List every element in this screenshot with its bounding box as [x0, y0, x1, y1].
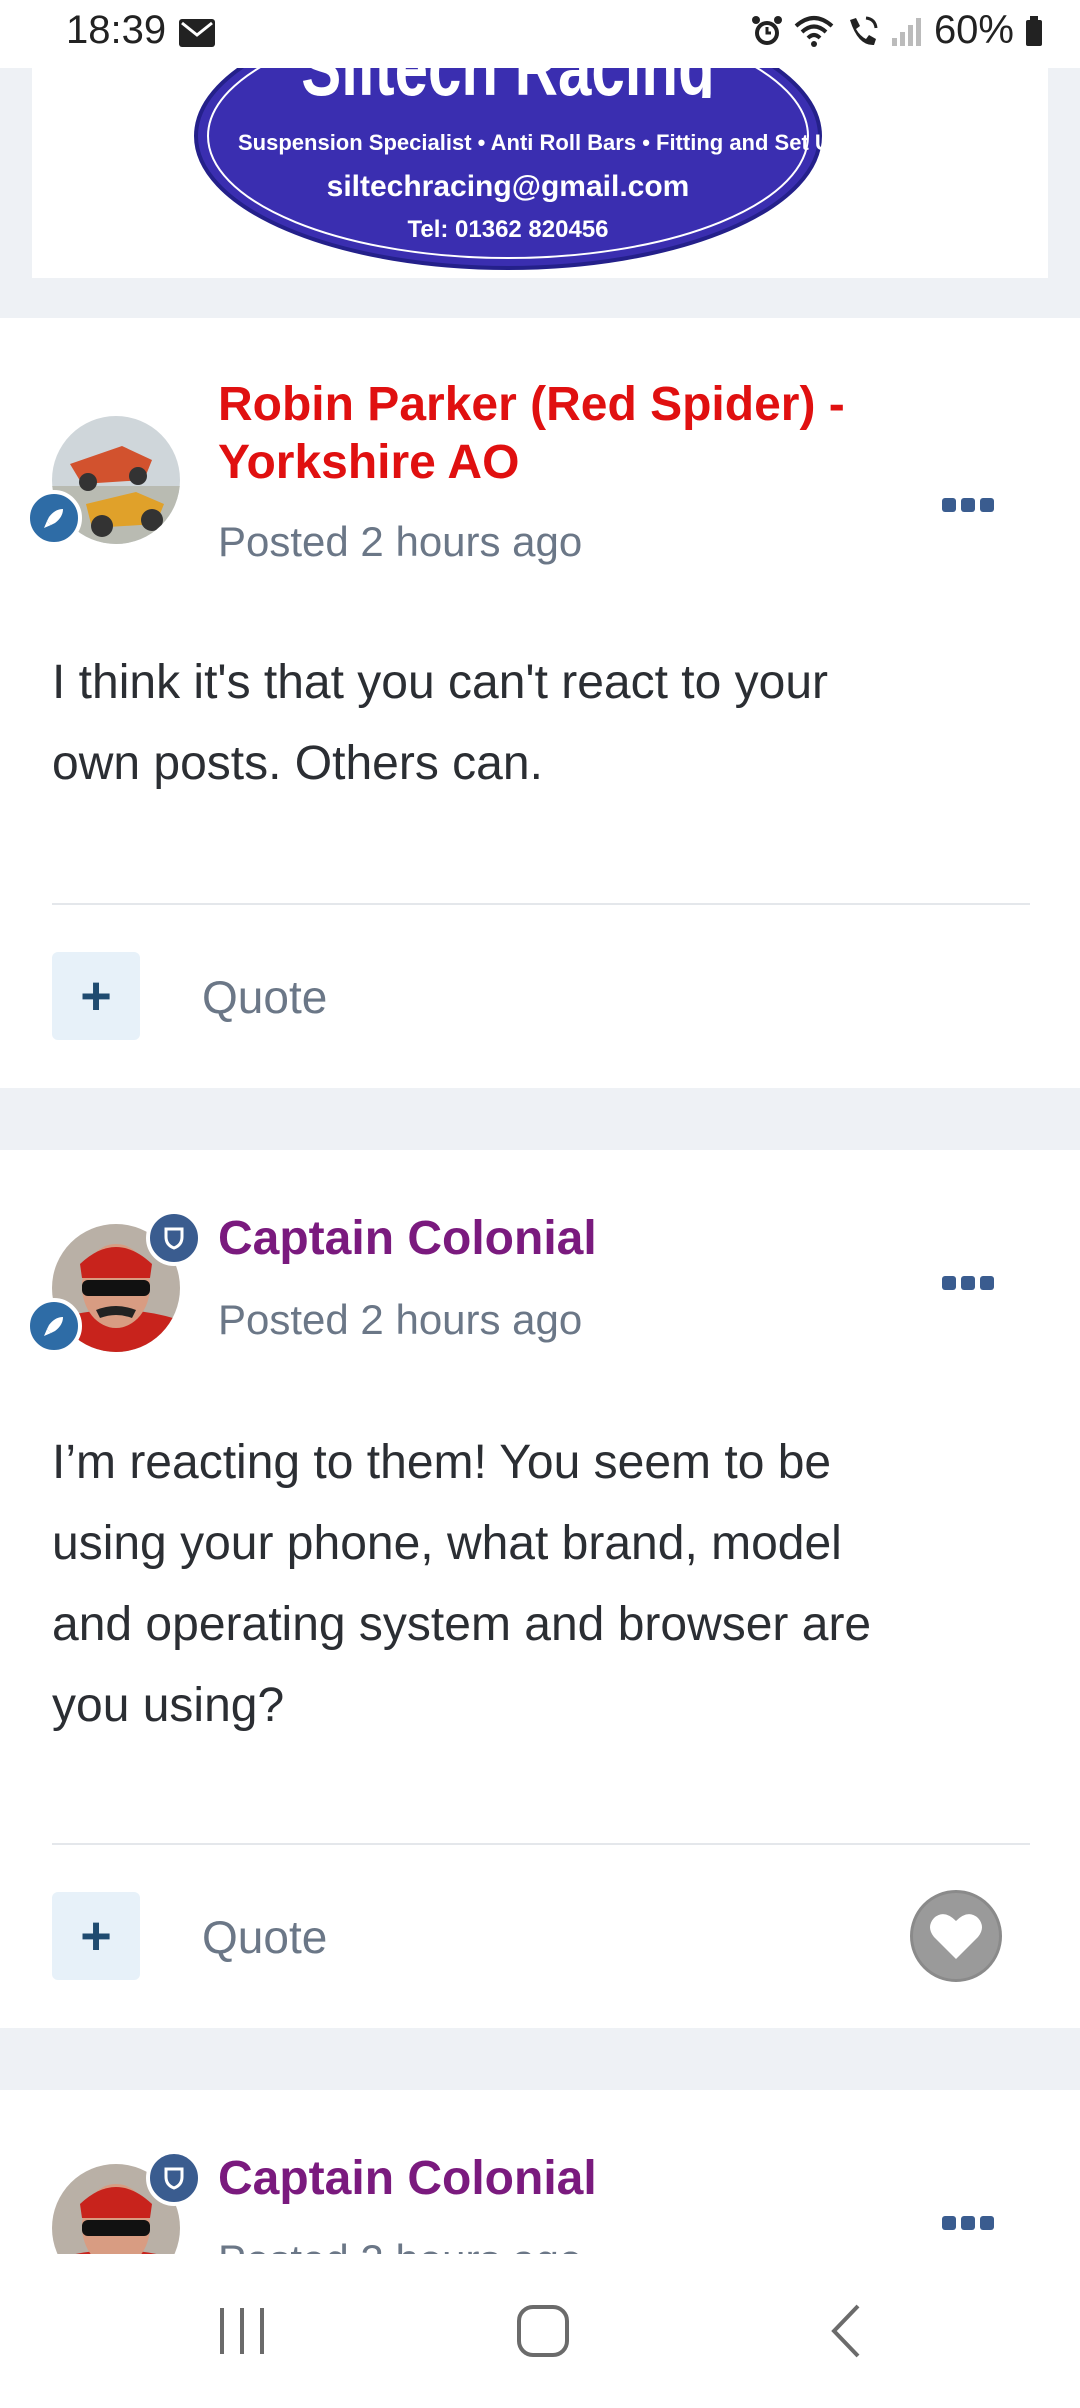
system-nav-bar — [0, 2254, 1080, 2408]
post-timestamp[interactable]: Posted 2 hours ago — [218, 2236, 582, 2254]
author-name-line-2: Yorkshire AO — [218, 436, 520, 489]
sponsor-banner[interactable]: Siltech Racing Suspension Specialist • A… — [32, 28, 1048, 278]
author-avatar[interactable] — [52, 2150, 202, 2254]
post-content: I’m reacting to them! You seem to be usi… — [52, 1422, 1012, 1746]
moderator-shield-icon — [146, 2150, 202, 2206]
home-icon[interactable] — [516, 2304, 570, 2358]
rocket-badge-icon — [26, 490, 82, 546]
post-card: Captain Colonial Posted 2 hours ago — [0, 2090, 1080, 2254]
status-bar: 18:39 60% — [0, 0, 1080, 68]
heart-icon — [930, 1914, 982, 1959]
author-avatar[interactable] — [26, 416, 180, 546]
battery-icon — [1026, 15, 1042, 46]
post-timestamp[interactable]: Posted 2 hours ago — [218, 518, 582, 566]
banner-email: siltechracing@gmail.com — [326, 170, 690, 203]
post-content: I think it's that you can't react to you… — [52, 642, 1012, 804]
alarm-icon — [751, 15, 782, 45]
post-divider — [52, 903, 1030, 905]
signal-icon — [891, 17, 921, 46]
post-timestamp[interactable]: Posted 2 hours ago — [218, 1296, 582, 1344]
post-divider — [52, 1843, 1030, 1845]
post-text-line: own posts. Others can. — [52, 737, 543, 790]
author-name-line-1: Robin Parker (Red Spider) - — [218, 378, 845, 431]
post-text-line: I’m reacting to them! You seem to be — [52, 1436, 832, 1489]
banner-line-1: Suspension Specialist • Anti Roll Bars •… — [238, 130, 845, 155]
post-author[interactable]: Robin Parker (Red Spider) - Yorkshire AO — [218, 376, 845, 492]
back-icon[interactable] — [826, 2302, 866, 2360]
recents-icon[interactable] — [216, 2306, 268, 2356]
post-author[interactable]: Captain Colonial — [218, 1210, 597, 1268]
post-text-line: and operating system and browser are — [52, 1598, 872, 1651]
quote-button[interactable]: Quote — [202, 970, 327, 1024]
quote-button[interactable]: Quote — [202, 1910, 327, 1964]
add-reaction-button[interactable]: + — [52, 952, 140, 1040]
more-options-icon[interactable] — [942, 1276, 994, 1292]
post-text-line: I think it's that you can't react to you… — [52, 656, 829, 709]
add-reaction-button[interactable]: + — [52, 1892, 140, 1980]
post-card: Robin Parker (Red Spider) - Yorkshire AO… — [0, 318, 1080, 1088]
battery-percent: 60% — [933, 8, 1014, 52]
more-options-icon[interactable] — [942, 2216, 994, 2232]
author-avatar[interactable] — [26, 1210, 202, 1354]
post-text-line: using your phone, what brand, model — [52, 1517, 842, 1570]
wifi-call-icon — [849, 16, 878, 45]
post-author[interactable]: Captain Colonial — [218, 2150, 597, 2208]
mail-icon — [179, 19, 215, 47]
status-time: 18:39 — [66, 8, 167, 52]
banner-phone: Tel: 01362 820456 — [407, 216, 609, 243]
more-options-icon[interactable] — [942, 498, 994, 514]
post-text-line: you using? — [52, 1679, 285, 1732]
rocket-badge-icon — [26, 1298, 82, 1354]
moderator-shield-icon — [146, 1210, 202, 1266]
reaction-heart-button[interactable] — [910, 1890, 1002, 1982]
wifi-icon — [794, 15, 834, 47]
post-card: Captain Colonial Posted 2 hours ago I’m … — [0, 1150, 1080, 2028]
